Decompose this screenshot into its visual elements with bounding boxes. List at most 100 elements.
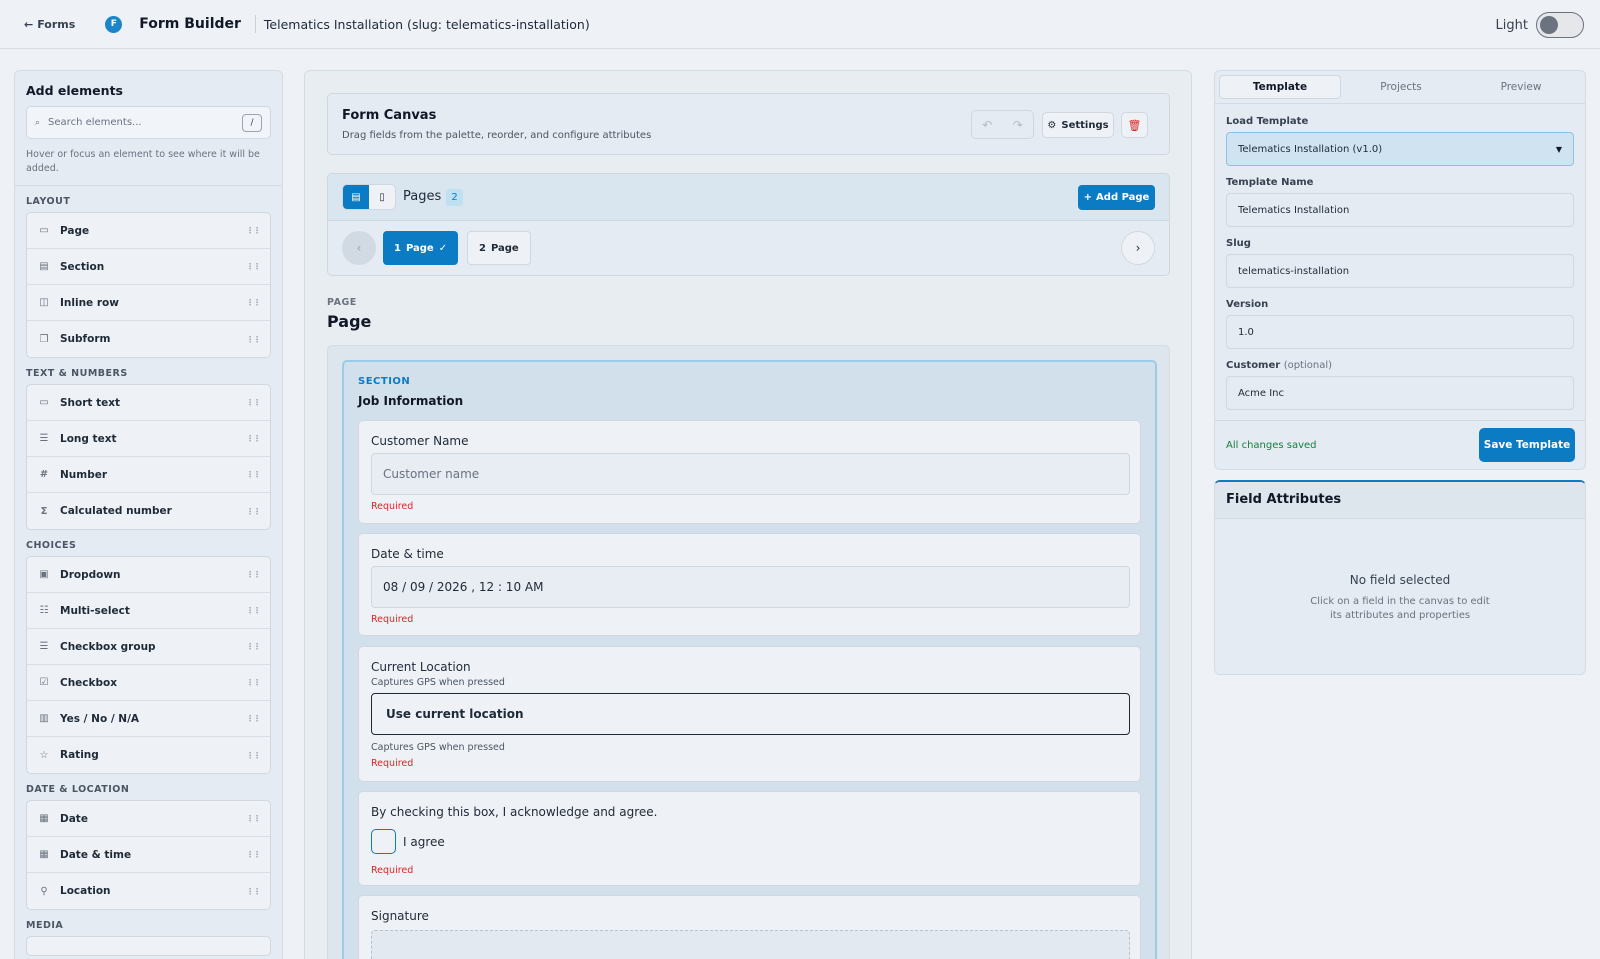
palette-item-yes-no-na[interactable]: ▥ Yes / No / N/A ⋮⋮ <box>27 701 270 737</box>
template-name-input[interactable]: Telematics Installation <box>1226 193 1574 227</box>
palette-item-multi-select[interactable]: ☷ Multi-select ⋮⋮ <box>27 593 270 629</box>
use-current-location-button[interactable]: Use current location <box>371 693 1130 735</box>
drag-handle-icon[interactable]: ⋮⋮ <box>246 434 261 443</box>
slug-input[interactable]: telematics-installation <box>1226 254 1574 288</box>
delete-button[interactable]: 🗑 <box>1121 112 1148 138</box>
version-input[interactable]: 1.0 <box>1226 315 1574 349</box>
drag-handle-icon[interactable]: ⋮⋮ <box>246 298 261 307</box>
back-to-forms-link[interactable]: ← Forms <box>24 18 75 31</box>
date-time-input[interactable]: 08 / 09 / 2026 , 12 : 10 AM <box>371 566 1130 608</box>
palette-item-dropdown[interactable]: ▣ Dropdown ⋮⋮ <box>27 557 270 593</box>
section-job-information[interactable]: SECTION Job Information Customer Name Cu… <box>342 360 1157 959</box>
pages-count-badge: 2 <box>446 189 463 206</box>
sigma-icon: Σ <box>40 505 48 517</box>
palette-item-section[interactable]: ▤ Section ⋮⋮ <box>27 249 270 285</box>
drag-handle-icon[interactable]: ⋮⋮ <box>246 262 261 271</box>
app-name: Form Builder <box>139 16 241 32</box>
drag-handle-icon[interactable]: ⋮⋮ <box>246 887 261 896</box>
palette-item-checkbox-group[interactable]: ☰ Checkbox group ⋮⋮ <box>27 629 270 665</box>
drag-handle-icon[interactable]: ⋮⋮ <box>246 470 261 479</box>
file-icon[interactable]: ▯ <box>369 185 395 209</box>
page-tab-2[interactable]: 2 Page <box>467 231 531 265</box>
palette-item-checkbox[interactable]: ☑ Checkbox ⋮⋮ <box>27 665 270 701</box>
canvas-title: Form Canvas <box>342 108 437 123</box>
category-date-location: DATE & LOCATION <box>26 784 130 795</box>
tab-projects[interactable]: Projects <box>1341 75 1461 99</box>
columns-icon: ◫ <box>39 297 49 308</box>
drag-handle-icon[interactable]: ⋮⋮ <box>246 398 261 407</box>
page-tab-1[interactable]: 1 Page ✓ <box>383 231 459 265</box>
canvas-header: Form Canvas Drag fields from the palette… <box>327 93 1170 155</box>
palette-item-calculated-number[interactable]: Σ Calculated number ⋮⋮ <box>27 493 270 529</box>
drag-handle-icon[interactable]: ⋮⋮ <box>246 642 261 651</box>
load-template-label: Load Template <box>1226 116 1309 127</box>
palette-item-subform[interactable]: ❐ Subform ⋮⋮ <box>27 321 270 357</box>
agree-checkbox-label[interactable]: I agree <box>403 835 445 849</box>
required-indicator: Required <box>371 758 414 769</box>
category-group: ▭ Short text ⋮⋮ ☰ Long text ⋮⋮ # Number ⋮⋮ Σ Ca… <box>26 384 271 530</box>
field-attributes-panel: Field Attributes No field selected Click… <box>1214 480 1586 675</box>
palette-item-short-text[interactable]: ▭ Short text ⋮⋮ <box>27 385 270 421</box>
palette-item-inline-row[interactable]: ◫ Inline row ⋮⋮ <box>27 285 270 321</box>
plus-icon: + <box>1083 192 1093 203</box>
file-text-icon[interactable]: ▤ <box>343 185 369 209</box>
load-template-select[interactable]: Telematics Installation (v1.0) ▼ <box>1226 132 1574 166</box>
settings-button[interactable]: ⚙ Settings <box>1042 112 1114 138</box>
drag-handle-icon[interactable]: ⋮⋮ <box>246 335 261 344</box>
page-icon: ▭ <box>39 225 49 236</box>
agree-checkbox[interactable] <box>371 829 396 854</box>
theme-toggle[interactable] <box>1536 12 1584 38</box>
calendar-clock-icon: ▦ <box>39 849 49 860</box>
field-agreement[interactable]: By checking this box, I acknowledge and … <box>358 791 1141 886</box>
add-page-button[interactable]: + Add Page <box>1078 185 1155 210</box>
page-view-toggle: ▤ ▯ <box>342 184 396 210</box>
divider <box>15 185 282 186</box>
caret-down-icon: ▼ <box>1555 144 1562 154</box>
field-signature[interactable]: Signature <box>358 895 1141 959</box>
drag-handle-icon[interactable]: ⋮⋮ <box>246 606 261 615</box>
divider <box>1215 420 1585 421</box>
signature-pad[interactable] <box>371 930 1130 959</box>
palette-item-rating[interactable]: ☆ Rating ⋮⋮ <box>27 737 270 773</box>
palette-item-number[interactable]: # Number ⋮⋮ <box>27 457 270 493</box>
palette-item-location[interactable]: ⚲ Location ⋮⋮ <box>27 873 270 909</box>
drag-handle-icon[interactable]: ⋮⋮ <box>246 570 261 579</box>
hash-icon: # <box>39 469 49 480</box>
drag-handle-icon[interactable]: ⋮⋮ <box>246 678 261 687</box>
drag-handle-icon[interactable]: ⋮⋮ <box>246 850 261 859</box>
checkbox-icon: ☑ <box>39 677 49 688</box>
save-template-button[interactable]: Save Template <box>1479 428 1575 462</box>
palette-item-page[interactable]: ▭ Page ⋮⋮ <box>27 213 270 249</box>
segmented-icon: ▥ <box>39 713 49 724</box>
copy-icon: ❐ <box>39 333 49 345</box>
divider <box>1215 103 1585 104</box>
palette-item-date-time[interactable]: ▦ Date & time ⋮⋮ <box>27 837 270 873</box>
app-logo-icon: F <box>105 15 123 33</box>
tab-preview[interactable]: Preview <box>1461 75 1581 99</box>
page-heading[interactable]: Page <box>327 312 371 331</box>
form-title: Telematics Installation (slug: telematic… <box>263 16 590 32</box>
field-date-time[interactable]: Date & time 08 / 09 / 2026 , 12 : 10 AM … <box>358 533 1141 636</box>
palette-item-long-text[interactable]: ☰ Long text ⋮⋮ <box>27 421 270 457</box>
field-current-location[interactable]: Current Location Captures GPS when press… <box>358 646 1141 782</box>
version-label: Version <box>1226 299 1269 310</box>
required-indicator: Required <box>371 501 414 512</box>
palette-item-date[interactable]: ▦ Date ⋮⋮ <box>27 801 270 837</box>
next-page-button[interactable]: › <box>1121 231 1155 265</box>
drag-handle-icon[interactable]: ⋮⋮ <box>246 714 261 723</box>
tab-template[interactable]: Template <box>1219 75 1341 99</box>
search-input[interactable]: ⌕ Search elements... / <box>26 106 271 139</box>
undo-icon[interactable]: ↶ <box>982 118 992 132</box>
field-customer-name[interactable]: Customer Name Customer name Required <box>358 420 1141 524</box>
slug-label: Slug <box>1226 238 1251 249</box>
drag-handle-icon[interactable]: ⋮⋮ <box>246 507 261 516</box>
previous-page-button[interactable]: ‹ <box>342 231 376 265</box>
customer-input[interactable]: Acme Inc <box>1226 376 1574 410</box>
drag-handle-icon[interactable]: ⋮⋮ <box>246 814 261 823</box>
canvas-subtitle: Drag fields from the palette, reorder, a… <box>342 130 652 141</box>
customer-name-input[interactable]: Customer name <box>371 453 1130 495</box>
drag-handle-icon[interactable]: ⋮⋮ <box>246 226 261 235</box>
star-icon: ☆ <box>39 749 49 761</box>
redo-icon[interactable]: ↷ <box>1013 118 1023 132</box>
drag-handle-icon[interactable]: ⋮⋮ <box>246 751 261 760</box>
